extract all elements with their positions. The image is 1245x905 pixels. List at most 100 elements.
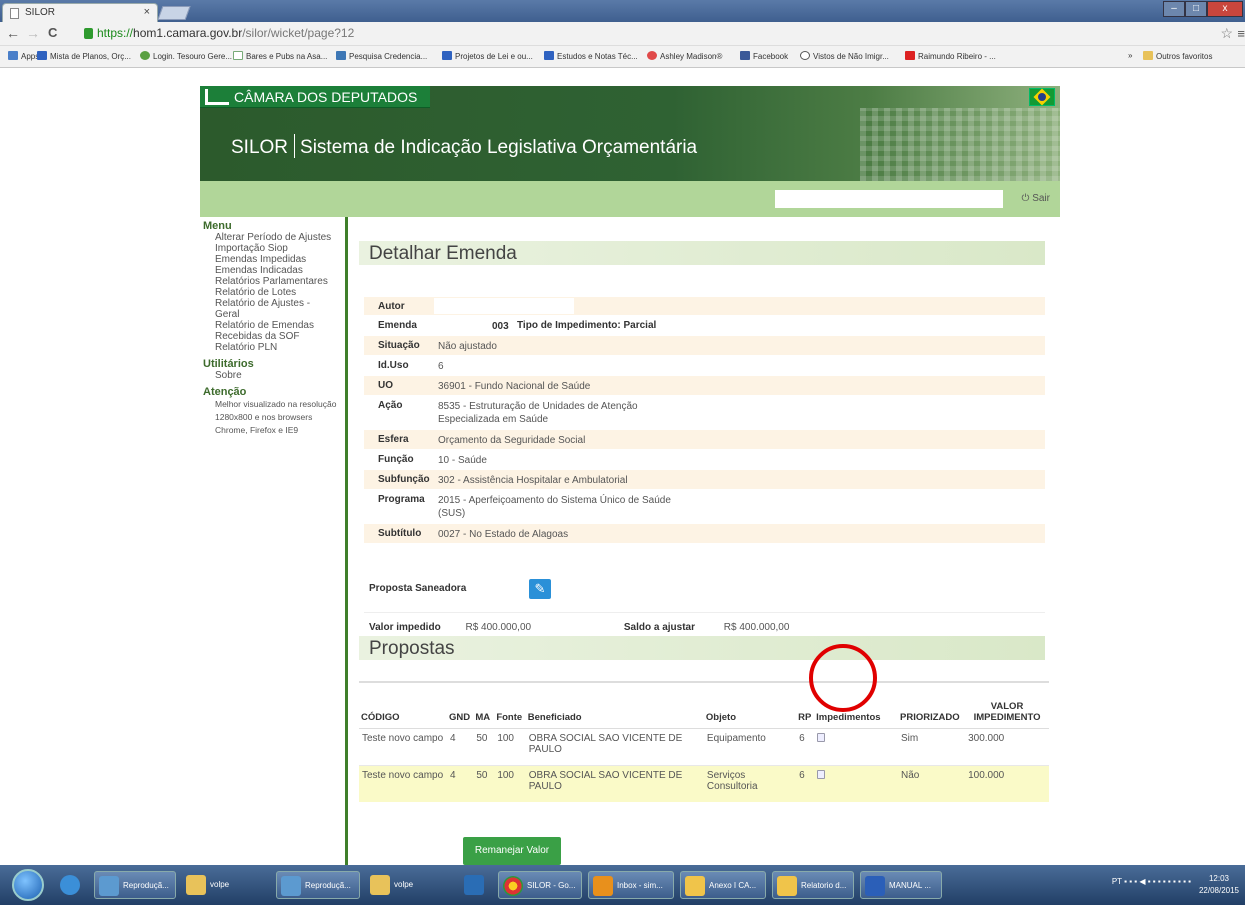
detail-label: Id.Uso	[378, 360, 409, 371]
bookmark-item[interactable]: Login. Tesouro Gere...	[140, 51, 232, 61]
sidebar-item-importacao-siop[interactable]: Importação Siop	[200, 243, 345, 254]
bookmark-item[interactable]: Estudos e Notas Téc...	[544, 51, 638, 61]
bookmark-apps[interactable]: Apps	[8, 51, 39, 61]
language-indicator[interactable]: PT	[1112, 877, 1122, 886]
cell-ma: 50	[473, 728, 495, 766]
header-decoration	[860, 108, 1060, 181]
view-impedimento-icon[interactable]	[817, 732, 826, 742]
taskbar-item[interactable]: volpe	[182, 871, 254, 899]
browser-tab[interactable]: SILOR ×	[2, 3, 158, 22]
detail-value: Orçamento da Seguridade Social	[438, 435, 586, 446]
detail-value: Não ajustado	[438, 341, 497, 352]
windows-taskbar: Reproduçã... volpe Reproduçã... volpe SI…	[0, 865, 1245, 905]
taskbar-item[interactable]: Reproduçã...	[276, 871, 360, 899]
taskbar-item[interactable]: MANUAL ...	[860, 871, 942, 899]
main-content: Detalhar Emenda Autor Emenda 003 Tipo de I…	[355, 217, 1055, 865]
menu-heading: Menu	[203, 220, 232, 232]
col-priorizado: PRIORIZADO	[898, 681, 966, 729]
col-fonte: Fonte	[494, 681, 526, 729]
back-icon[interactable]: ←	[6, 25, 20, 41]
address-bar[interactable]: https://hom1.camara.gov.br/silor/wicket/…	[97, 26, 354, 40]
cell-codigo: Teste novo campo	[359, 728, 448, 766]
cell-beneficiado: OBRA SOCIAL SAO VICENTE DE PAULO	[525, 765, 704, 802]
logout-label: Sair	[1032, 193, 1050, 204]
cell-fonte: 100	[494, 765, 526, 802]
sidebar-item-relatorio-ajustes[interactable]: Relatório de Ajustes - Geral	[200, 298, 345, 320]
detail-title: Detalhar Emenda	[359, 241, 1045, 265]
taskbar-label: SILOR - Go...	[527, 881, 576, 890]
taskbar-item[interactable]	[460, 871, 492, 899]
bookmark-item[interactable]: Projetos de Lei e ou...	[442, 51, 533, 61]
cell-rp: 6	[796, 728, 815, 766]
cell-impedimentos	[814, 765, 898, 802]
sidebar-item-relatorio-pln[interactable]: Relatório PLN	[200, 342, 345, 353]
edit-proposta-button[interactable]: ✎	[529, 579, 551, 599]
bookmark-item[interactable]: Bares e Pubs na Asa...	[233, 51, 327, 61]
bookmark-item[interactable]: Facebook	[740, 51, 788, 61]
camara-logo-icon	[205, 89, 229, 105]
taskbar-item[interactable]: Reproduçã...	[94, 871, 176, 899]
taskbar-item[interactable]: Inbox - sim...	[588, 871, 674, 899]
silor-site: CÂMARA DOS DEPUTADOS SILOR Sistema de Ind…	[200, 86, 1060, 865]
sidebar-item-emendas-indicadas[interactable]: Emendas Indicadas	[200, 265, 345, 276]
sidebar-item-relatorios-parlamentares[interactable]: Relatórios Parlamentares	[200, 276, 345, 287]
url-path: /silor/wicket/page?12	[242, 26, 355, 40]
bookmark-label: Projetos de Lei e ou...	[455, 52, 533, 61]
bookmark-folder[interactable]: Outros favoritos	[1143, 51, 1212, 61]
bookmark-item[interactable]: Vistos de Não Imigr...	[800, 51, 889, 61]
detail-row-subfuncao: Subfunção 302 - Assistência Hospitalar e …	[364, 470, 1045, 490]
browser-menu-icon[interactable]: ≡	[1237, 26, 1245, 41]
detail-label: UO	[378, 380, 393, 391]
taskbar-item[interactable]: Anexo I CA...	[680, 871, 766, 899]
sidebar-item-sobre[interactable]: Sobre	[200, 370, 345, 381]
clock[interactable]: 12:03 22/08/2015	[1199, 873, 1239, 897]
detail-row-acao: Ação 8535 - Estruturação de Unidades de A…	[364, 396, 1045, 430]
ie-icon[interactable]	[56, 871, 90, 899]
bookmark-item[interactable]: Ashley Madison®	[647, 51, 722, 61]
bookmark-star-icon[interactable]: ☆	[1220, 25, 1233, 42]
bookmark-item[interactable]: Pesquisa Credencia...	[336, 51, 427, 61]
taskbar-item[interactable]: volpe	[366, 871, 436, 899]
close-window-button[interactable]: x	[1207, 1, 1243, 17]
forward-icon[interactable]: →	[26, 25, 40, 41]
taskbar-item-active[interactable]: SILOR - Go...	[498, 871, 582, 899]
utilitarios-heading: Utilitários	[203, 358, 254, 370]
saldo-label: Saldo a ajustar	[623, 622, 696, 633]
cell-priorizado: Não	[898, 765, 966, 802]
power-icon: ⏻	[1021, 193, 1033, 204]
app-full-name: Sistema de Indicação Legislativa Orçamen…	[300, 137, 698, 158]
tab-close-icon[interactable]: ×	[144, 6, 150, 18]
browser-tab-strip: SILOR × – □ x	[0, 0, 1245, 22]
bookmark-item[interactable]: Raimundo Ribeiro - ...	[905, 51, 996, 61]
camara-logo-bar[interactable]: CÂMARA DOS DEPUTADOS	[200, 86, 430, 108]
detail-row-esfera: Esfera Orçamento da Seguridade Social	[364, 430, 1045, 450]
reload-icon[interactable]: C	[48, 25, 57, 40]
new-tab-button[interactable]	[157, 6, 191, 20]
minimize-button[interactable]: –	[1163, 1, 1185, 17]
bookmark-label: Login. Tesouro Gere...	[153, 52, 233, 61]
logout-link[interactable]: ⏻ Sair	[1022, 193, 1051, 204]
cell-priorizado: Sim	[898, 728, 966, 766]
remanejar-valor-button[interactable]: Remanejar Valor	[463, 837, 561, 865]
sidebar-item-alterar-periodo[interactable]: Alterar Período de Ajustes	[200, 232, 345, 243]
cell-impedimentos	[814, 728, 898, 766]
detail-label: Subtítulo	[378, 528, 422, 539]
sidebar-item-relatorio-emendas-sof[interactable]: Relatório de Emendas Recebidas da SOF	[200, 320, 345, 342]
bookmarks-overflow[interactable]: »	[1128, 51, 1132, 60]
detail-row-uo: UO 36901 - Fundo Nacional de Saúde	[364, 376, 1045, 396]
bookmark-label: Raimundo Ribeiro - ...	[918, 52, 996, 61]
impediment-type: Tipo de Impedimento: Parcial	[517, 320, 657, 331]
taskbar-label: Relatorio d...	[801, 881, 847, 890]
view-impedimento-icon[interactable]	[817, 769, 826, 779]
taskbar-item[interactable]: Relatorio d...	[772, 871, 854, 899]
bookmark-item[interactable]: Mista de Planos, Orç...	[37, 51, 131, 61]
detail-value: 302 - Assistência Hospitalar e Ambulator…	[438, 475, 628, 486]
maximize-button[interactable]: □	[1185, 1, 1207, 17]
table-row: Teste novo campo 4 50 100 OBRA SOCIAL SA…	[359, 728, 1049, 766]
sidebar-item-emendas-impedidas[interactable]: Emendas Impedidas	[200, 254, 345, 265]
detail-label: Programa	[378, 494, 425, 505]
start-button[interactable]	[12, 869, 44, 901]
user-bar: ⏻ Sair	[200, 181, 1060, 217]
sidebar-item-relatorio-lotes[interactable]: Relatório de Lotes	[200, 287, 345, 298]
system-tray: PT ▪ ▪ ▪ ◀ ▪ ▪ ▪ ▪ ▪ ▪ ▪ ▪ ▪	[1111, 877, 1191, 886]
